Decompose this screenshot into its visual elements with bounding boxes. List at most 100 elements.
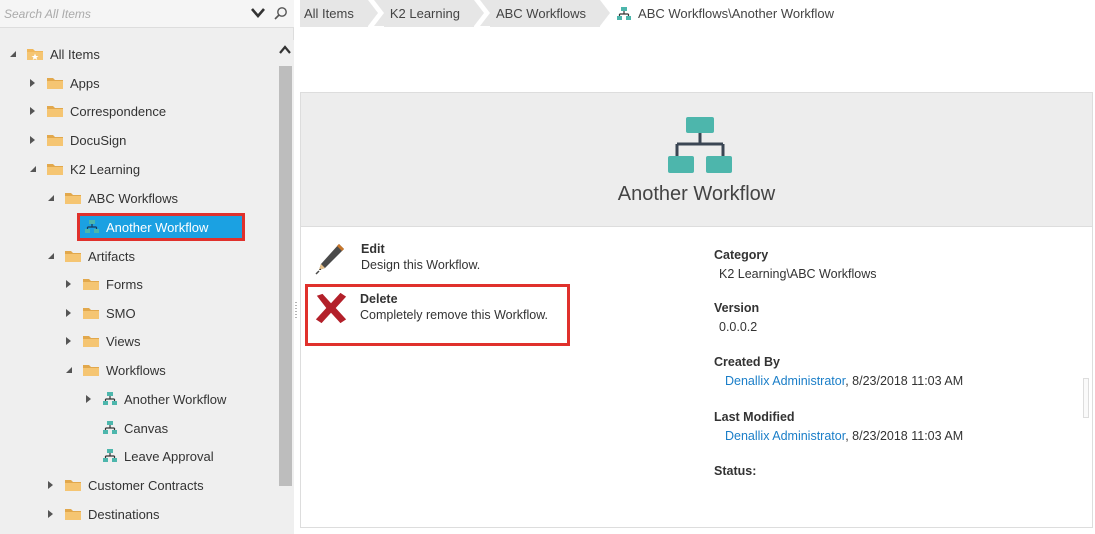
breadcrumb-current: ABC Workflows\Another Workflow	[616, 6, 834, 22]
tree-item-label: Workflows	[106, 362, 166, 378]
collapsed-arrow-icon[interactable]	[28, 135, 38, 145]
tree-item-label: Forms	[106, 276, 143, 292]
tree-item-artifacts[interactable]: Artifacts	[46, 244, 135, 268]
tree-item-label: Another Workflow	[124, 391, 227, 407]
collapsed-arrow-icon[interactable]	[64, 308, 74, 318]
property-last-modified: Last Modified Denallix Administrator, 8/…	[714, 409, 963, 443]
pencil-icon	[315, 244, 344, 275]
workflow-icon	[103, 421, 117, 434]
tree-item-another-workflow-selected[interactable]: Another Workflow	[77, 213, 246, 241]
delete-action-title: Delete	[360, 292, 398, 306]
modified-by-user-link[interactable]: Denallix Administrator	[719, 429, 845, 443]
property-label: Version	[714, 301, 760, 315]
delete-action[interactable]: Delete Completely remove this Workflow.	[305, 284, 570, 346]
folder-icon	[47, 78, 63, 89]
all-items-folder-icon	[27, 49, 43, 60]
tree-item-customer-contracts[interactable]: Customer Contracts	[46, 473, 204, 497]
breadcrumb-current-label: ABC Workflows\Another Workflow	[638, 6, 835, 21]
collapsed-arrow-icon[interactable]	[28, 106, 38, 116]
expanded-arrow-icon[interactable]	[46, 251, 56, 261]
left-panel: All Items Apps Correspondence DocuSign K…	[0, 0, 294, 534]
folder-icon	[47, 164, 63, 175]
created-by-user-link[interactable]: Denallix Administrator	[719, 374, 845, 388]
breadcrumb-label: All Items	[304, 6, 354, 21]
property-value: Denallix Administrator, 8/23/2018 11:03 …	[714, 429, 963, 443]
modified-date: , 8/23/2018 11:03 AM	[845, 429, 964, 443]
folder-icon	[47, 106, 63, 117]
collapsed-arrow-icon[interactable]	[46, 480, 56, 490]
edit-action-title: Edit	[361, 242, 385, 256]
workflow-icon	[85, 220, 99, 233]
card-scrollbar[interactable]	[1083, 378, 1089, 418]
property-label: Created By	[714, 355, 780, 369]
tree-item-workflows[interactable]: Workflows	[64, 358, 166, 382]
property-category: Category K2 Learning\ABC Workflows	[714, 247, 876, 281]
tree-item-forms[interactable]: Forms	[64, 272, 143, 296]
property-label: Last Modified	[714, 410, 795, 424]
tree-item-docusign[interactable]: DocuSign	[28, 128, 126, 152]
workflow-icon	[668, 117, 732, 173]
folder-icon	[83, 365, 99, 376]
search-bar	[0, 0, 294, 28]
tree-item-destinations[interactable]: Destinations	[46, 502, 160, 526]
collapsed-arrow-icon[interactable]	[28, 78, 38, 88]
workflow-icon	[103, 449, 117, 462]
workflow-icon	[103, 392, 117, 405]
expanded-arrow-icon[interactable]	[46, 193, 56, 203]
property-label: Status:	[714, 464, 757, 478]
collapsed-arrow-icon[interactable]	[84, 394, 94, 404]
workflow-icon	[617, 6, 632, 20]
tree-item-all-items[interactable]: All Items	[8, 42, 100, 66]
expanded-arrow-icon[interactable]	[64, 365, 74, 375]
card-header: Another Workflow	[301, 93, 1092, 227]
breadcrumb-item-all-items[interactable]: All Items	[300, 0, 378, 27]
breadcrumb-item-abc-workflows[interactable]: ABC Workflows	[479, 0, 611, 27]
tree-item-label: Destinations	[88, 506, 160, 522]
search-icon[interactable]	[274, 6, 288, 20]
tree-item-label: Artifacts	[88, 248, 135, 264]
tree-item-correspondence[interactable]: Correspondence	[28, 99, 166, 123]
breadcrumb-label: K2 Learning	[389, 6, 460, 21]
breadcrumb-item-k2-learning[interactable]: K2 Learning	[373, 0, 485, 27]
property-version: Version 0.0.0.2	[714, 300, 759, 334]
tree-item-smo[interactable]: SMO	[64, 301, 136, 325]
property-label: Category	[714, 248, 769, 262]
tree-item-another-workflow[interactable]: Another Workflow	[84, 387, 226, 411]
property-value: 0.0.0.2	[719, 320, 758, 334]
tree-item-label: Customer Contracts	[88, 477, 204, 493]
edit-action[interactable]: Edit Design this Workflow.	[313, 241, 480, 277]
folder-icon	[83, 279, 99, 290]
scrollbar-thumb[interactable]	[279, 66, 292, 486]
card-title: Another Workflow	[617, 183, 776, 205]
tree-item-label: Correspondence	[70, 103, 167, 119]
chevron-down-icon[interactable]	[250, 6, 266, 20]
collapsed-arrow-icon[interactable]	[64, 279, 74, 289]
breadcrumb-label: ABC Workflows	[495, 6, 587, 21]
tree-item-abc-workflows[interactable]: ABC Workflows	[46, 186, 178, 210]
property-value: Denallix Administrator, 8/23/2018 11:03 …	[714, 374, 963, 388]
folder-icon	[65, 509, 81, 520]
tree-item-label: ABC Workflows	[88, 190, 179, 206]
tree-item-label: Another Workflow	[106, 219, 209, 235]
collapsed-arrow-icon[interactable]	[64, 336, 74, 346]
tree-item-label: DocuSign	[70, 132, 127, 148]
scroll-up-icon[interactable]	[279, 44, 291, 56]
expanded-arrow-icon[interactable]	[28, 164, 38, 174]
folder-icon	[83, 336, 99, 347]
tree-item-label: K2 Learning	[70, 161, 141, 177]
panel-splitter[interactable]	[294, 300, 298, 320]
tree-item-views[interactable]: Views	[64, 329, 140, 353]
folder-icon	[65, 193, 81, 204]
tree-item-k2-learning[interactable]: K2 Learning	[28, 157, 140, 181]
tree-item-leave-approval[interactable]: Leave Approval	[102, 444, 214, 468]
tree-item-label: All Items	[50, 46, 100, 62]
property-created-by: Created By Denallix Administrator, 8/23/…	[714, 354, 963, 388]
red-x-icon	[315, 292, 347, 324]
workflow-details-card: Another Workflow Edit Design this Workfl…	[300, 92, 1093, 528]
search-input[interactable]	[4, 4, 244, 24]
collapsed-arrow-icon[interactable]	[46, 509, 56, 519]
expanded-arrow-icon[interactable]	[8, 49, 18, 59]
tree-item-apps[interactable]: Apps	[28, 71, 100, 95]
tree-item-canvas[interactable]: Canvas	[102, 416, 168, 440]
created-date: , 8/23/2018 11:03 AM	[845, 374, 964, 388]
